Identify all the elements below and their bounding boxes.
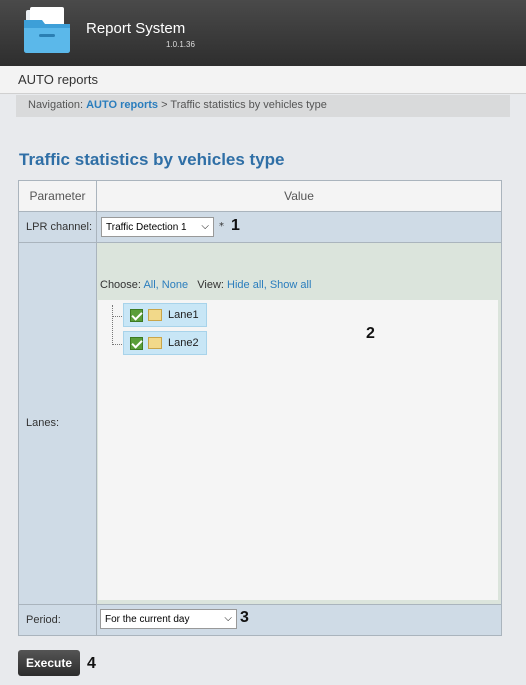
period-value: For the current day: [105, 613, 190, 625]
callout-3: 3: [240, 609, 249, 626]
lpr-channel-select[interactable]: Traffic Detection 1 ⌵: [101, 217, 214, 237]
show-all-link[interactable]: Show all: [270, 279, 312, 291]
column-header-value: Value: [97, 181, 501, 211]
folder-icon: [148, 309, 162, 321]
required-mark: *: [219, 221, 224, 232]
tree-node-lane2[interactable]: Lane2: [123, 331, 207, 355]
choose-none-link[interactable]: None: [162, 279, 188, 291]
section-title: AUTO reports: [18, 72, 98, 87]
breadcrumb-link-auto-reports[interactable]: AUTO reports: [86, 99, 158, 111]
callout-1: 1: [231, 217, 240, 234]
column-header-parameter: Parameter: [19, 181, 96, 211]
chevron-down-icon: ⌵: [201, 221, 209, 232]
checkbox-checked-icon[interactable]: [130, 336, 143, 350]
callout-2: 2: [366, 325, 375, 342]
folder-logo-icon: [24, 7, 70, 53]
folder-icon: [148, 337, 162, 349]
lanes-label: Lanes:: [26, 417, 60, 429]
period-select[interactable]: For the current day ⌵: [100, 609, 237, 629]
callout-4: 4: [87, 655, 96, 672]
lpr-channel-value: Traffic Detection 1: [106, 221, 187, 233]
breadcrumb-text: Navigation: AUTO reports > Traffic stati…: [28, 99, 327, 111]
tree-node-label: Lane1: [168, 309, 199, 321]
page-title: Traffic statistics by vehicles type: [19, 150, 285, 169]
hide-all-link[interactable]: Hide all,: [227, 279, 267, 291]
row-divider: [19, 211, 501, 212]
breadcrumb-current: Traffic statistics by vehicles type: [170, 99, 327, 111]
column-divider: [96, 181, 97, 635]
lpr-label: LPR channel:: [26, 221, 93, 233]
period-label-cell: Period:: [19, 605, 96, 635]
lanes-toolbar: Choose: All, None View: Hide all, Show a…: [100, 279, 311, 291]
lanes-label-cell: Lanes:: [19, 243, 96, 604]
chevron-down-icon: ⌵: [224, 613, 232, 624]
view-label: View:: [197, 279, 224, 291]
breadcrumb-prefix: Navigation:: [28, 99, 84, 111]
app-header: Report System 1.0.1.36: [0, 0, 526, 66]
row-divider: [19, 242, 501, 243]
row-divider: [19, 604, 501, 605]
tree-connector: [112, 305, 113, 345]
breadcrumb-separator: >: [161, 99, 168, 111]
tree-node-label: Lane2: [168, 337, 199, 349]
tree-node-lane1[interactable]: Lane1: [123, 303, 207, 327]
execute-button[interactable]: Execute: [18, 650, 80, 676]
period-label: Period:: [26, 614, 61, 626]
app-version: 1.0.1.36: [166, 40, 195, 49]
app-title: Report System: [86, 20, 186, 37]
section-bar: AUTO reports: [0, 66, 526, 94]
choose-label: Choose:: [100, 279, 141, 291]
choose-all-link[interactable]: All,: [143, 279, 158, 291]
breadcrumb: Navigation: AUTO reports > Traffic stati…: [16, 95, 510, 117]
lpr-label-cell: LPR channel:: [19, 212, 96, 242]
checkbox-checked-icon[interactable]: [130, 308, 143, 322]
